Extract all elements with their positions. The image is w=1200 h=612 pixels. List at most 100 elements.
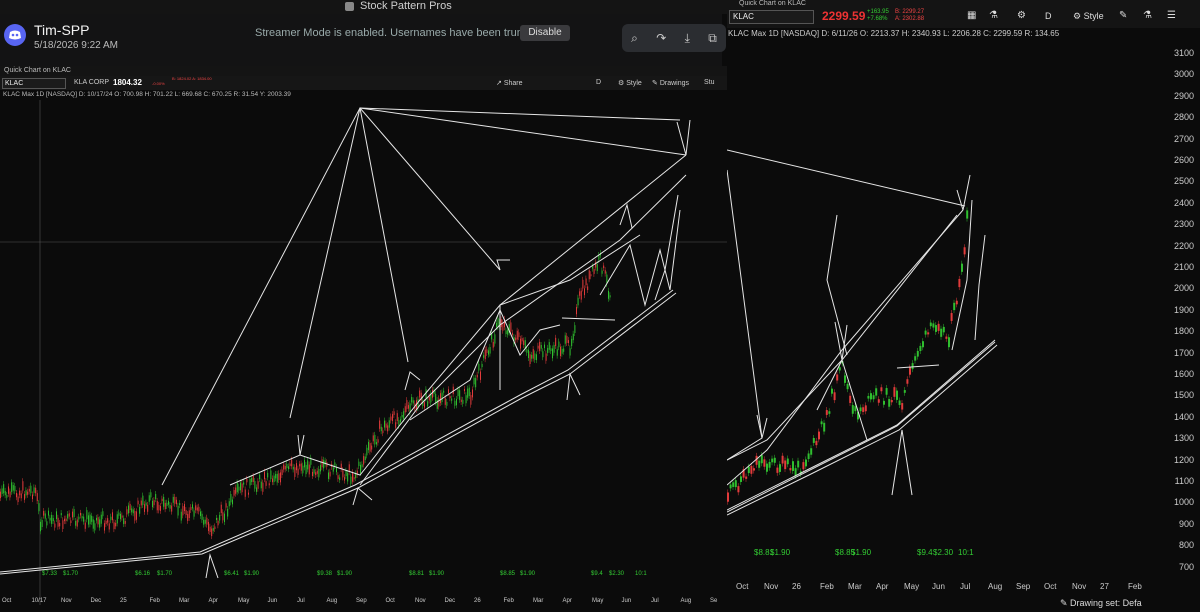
right-y-tick-label: 800	[1178, 540, 1194, 551]
open-external-icon[interactable]: ⧉	[708, 31, 717, 46]
download-icon[interactable]: ⤓	[685, 31, 690, 46]
flask-icon[interactable]: ⚗	[989, 10, 998, 21]
candle-body	[260, 481, 262, 489]
left-drawings	[0, 107, 691, 579]
right-y-tick-label: 1300	[1173, 433, 1194, 444]
right-dividend-label[interactable]: $1.90	[851, 548, 871, 557]
left-dividend-label[interactable]: $9.4	[591, 571, 603, 577]
candle-body	[123, 518, 125, 525]
candle-body	[449, 396, 451, 399]
candle-body	[316, 470, 318, 474]
candle-body	[885, 388, 888, 395]
candle-body	[472, 389, 473, 398]
left-drawings-button[interactable]: ✎ Drawings	[652, 79, 689, 87]
candle-body	[387, 425, 389, 432]
candle-body	[536, 354, 537, 361]
candle-body	[350, 476, 352, 484]
candle-body	[419, 390, 421, 398]
gear-icon[interactable]: ⚙	[1017, 10, 1026, 21]
right-price: 2299.59	[822, 9, 866, 23]
candle-body	[145, 502, 147, 506]
right-dividend-label[interactable]: 10:1	[958, 548, 974, 557]
candle-body	[152, 500, 153, 508]
candle-body	[88, 515, 89, 525]
candle-body	[576, 307, 577, 315]
right-dividend-label[interactable]: $1.90	[770, 548, 790, 557]
candle-body	[28, 488, 30, 492]
candle-body	[100, 514, 102, 524]
candle-body	[334, 462, 336, 467]
candle-body	[364, 456, 366, 461]
candle-body	[0, 491, 1, 499]
right-x-tick-label: Mar	[848, 582, 862, 591]
candle-body	[62, 520, 64, 530]
right-style-button[interactable]: ⚙ Style	[1073, 11, 1104, 22]
drawing-set-status[interactable]: ✎ Drawing set: Defa	[1060, 598, 1142, 609]
candle-body	[534, 353, 536, 360]
candle-body	[400, 419, 401, 423]
candle-body	[753, 468, 755, 471]
left-period-button[interactable]: D	[596, 79, 601, 86]
candle-body	[932, 323, 935, 328]
candle-body	[360, 464, 361, 474]
left-x-tick-label: Oct	[385, 598, 395, 604]
candle-body	[76, 519, 78, 527]
zoom-icon[interactable]: ⌕	[631, 31, 638, 46]
right-chart-canvas[interactable]	[727, 40, 1175, 580]
left-dividend-label[interactable]: $8.81	[409, 571, 424, 577]
candle-body	[377, 439, 379, 443]
left-dividend-label[interactable]: $1.90	[244, 571, 259, 577]
left-dividend-label[interactable]: $1.70	[63, 571, 78, 577]
candle-body	[955, 300, 958, 305]
candle-body	[243, 482, 245, 485]
candle-body	[838, 367, 841, 371]
panel-menu-icon[interactable]: ☰	[1167, 10, 1176, 21]
studies-icon[interactable]: ⚗	[1143, 10, 1152, 21]
left-dividend-label[interactable]: $1.70	[157, 571, 172, 577]
left-dividend-label[interactable]: $1.90	[337, 571, 352, 577]
left-dividend-label[interactable]: $7.33	[42, 571, 57, 577]
candle-body	[872, 395, 875, 400]
left-dividend-label[interactable]: $6.41	[224, 571, 239, 577]
candle-body	[118, 512, 120, 516]
candle-body	[568, 340, 569, 344]
candle-body	[25, 490, 27, 496]
candle-body	[177, 505, 179, 516]
candle-body	[851, 405, 854, 414]
left-symbol-input[interactable]: KLAC	[2, 78, 66, 89]
left-x-tick-label: Apr	[208, 598, 218, 604]
left-chart-canvas[interactable]	[0, 100, 727, 612]
candle-body	[556, 349, 558, 356]
share-icon[interactable]: ↷	[656, 31, 666, 45]
candle-body	[548, 342, 550, 350]
candle-body	[820, 421, 823, 425]
left-dividend-label[interactable]: $1.90	[520, 571, 535, 577]
left-dividend-label[interactable]: $6.16	[135, 571, 150, 577]
left-studies-button[interactable]: Stu	[704, 79, 715, 86]
pencil-icon[interactable]: ✎	[1119, 10, 1127, 21]
candle-body	[129, 503, 131, 511]
left-dividend-label[interactable]: $2.30	[609, 571, 624, 577]
poster-name[interactable]: Tim-SPP	[34, 22, 89, 38]
candle-body	[953, 302, 956, 311]
candle-body	[745, 476, 748, 479]
share-button[interactable]: ↗ Share	[496, 79, 523, 87]
candle-body	[901, 403, 904, 410]
right-dividend-label[interactable]: $2.30	[933, 548, 953, 557]
disable-button[interactable]: Disable	[520, 25, 570, 41]
right-symbol-input[interactable]: KLAC	[729, 10, 814, 24]
left-dividend-label[interactable]: 10:1	[635, 571, 647, 577]
chart-settings-icon[interactable]: ▦	[967, 10, 976, 21]
left-dividend-label[interactable]: $8.85	[500, 571, 515, 577]
right-y-tick-label: 900	[1178, 518, 1194, 529]
left-dividend-label[interactable]: $9.38	[317, 571, 332, 577]
left-dividend-label[interactable]: $1.90	[429, 571, 444, 577]
right-period-button[interactable]: D	[1045, 11, 1052, 21]
candle-body	[320, 465, 321, 472]
left-x-tick-label: Jul	[651, 598, 659, 604]
right-dividend-label[interactable]: $9.4	[917, 548, 933, 557]
left-style-button[interactable]: ⚙ Style	[618, 79, 642, 87]
candle-body	[833, 392, 836, 401]
candle-body	[339, 477, 341, 481]
candle-body	[67, 514, 69, 519]
